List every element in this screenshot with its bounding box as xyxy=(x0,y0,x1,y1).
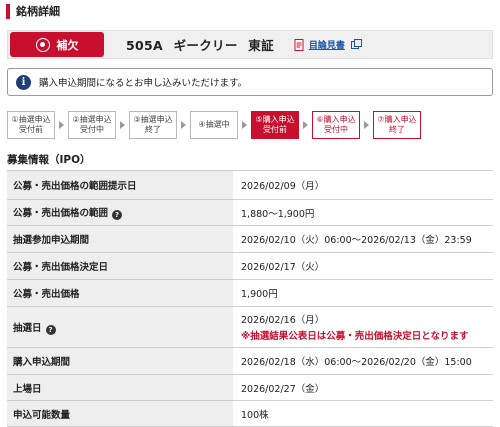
row-label: 公募・売出価格 xyxy=(7,279,233,307)
table-row: 抽選日? 2026/02/16（月） ※抽選結果公表日は公募・売出価格決定日とな… xyxy=(7,306,493,348)
row-value: 1,880～1,900円 xyxy=(233,199,493,226)
table-row: 公募・売出価格決定日 2026/02/17（火） xyxy=(7,252,493,280)
row-value: 100株 xyxy=(233,400,493,427)
row-label-with-help: 公募・売出価格の範囲? xyxy=(7,199,233,226)
ipo-info-table: 公募・売出価格の範囲提示日 2026/02/09（月） 公募・売出価格の範囲? … xyxy=(7,170,493,427)
step-arrow-icon xyxy=(238,111,251,139)
table-row: 購入申込期間 2026/02/18（水）06:00～2026/02/20（金）1… xyxy=(7,347,493,375)
step-arrow-icon xyxy=(360,111,373,139)
row-value: 2026/02/27（金） xyxy=(233,374,493,401)
status-badge-label: 補欠 xyxy=(56,38,79,52)
table-row: 公募・売出価格の範囲提示日 2026/02/09（月） xyxy=(7,170,493,200)
step-1: ①抽選申込 受付前 xyxy=(7,111,55,139)
stock-title: 505A ギークリー 東証 xyxy=(126,35,280,54)
row-label: 抽選日 xyxy=(13,322,42,334)
info-icon: i xyxy=(16,74,31,90)
section-title: 募集情報（IPO） xyxy=(7,154,91,166)
row-value: 2026/02/16（月） xyxy=(241,315,325,326)
notice-text: 購入申込期間になるとお申し込みいただけます。 xyxy=(39,78,248,89)
prospectus-link[interactable]: 目論見書 xyxy=(294,38,362,51)
row-label: 公募・売出価格の範囲 xyxy=(13,208,109,219)
row-value: 1,900円 xyxy=(233,279,493,307)
external-window-icon[interactable] xyxy=(350,38,362,49)
step-7: ⑦購入申込 終了 xyxy=(373,111,421,139)
table-row: 公募・売出価格の範囲? 1,880～1,900円 xyxy=(7,199,493,226)
row-label: 申込可能数量 xyxy=(7,400,233,427)
stock-name: ギークリー xyxy=(173,38,238,53)
step-3: ③抽選申込 終了 xyxy=(129,111,177,139)
row-value: 2026/02/18（水）06:00～2026/02/20（金）15:00 xyxy=(233,347,493,375)
help-icon[interactable]: ? xyxy=(112,210,123,220)
step-5-current: ⑤購入申込 受付前 xyxy=(251,111,299,139)
row-label: 上場日 xyxy=(7,374,233,401)
page-title: 銘柄詳細 xyxy=(16,5,60,18)
row-value: 2026/02/10（火）06:00～2026/02/13（金）23:59 xyxy=(233,225,493,253)
row-value: 2026/02/17（火） xyxy=(233,252,493,280)
step-4: ④抽選中 xyxy=(190,111,238,139)
table-row: 公募・売出価格 1,900円 xyxy=(7,279,493,307)
step-arrow-icon xyxy=(116,111,129,139)
notice-box: i 購入申込期間になるとお申し込みいただけます。 xyxy=(7,68,493,96)
header-accent-bar xyxy=(6,3,10,19)
row-label: 抽選参加申込期間 xyxy=(7,225,233,253)
step-6: ⑥購入申込 受付中 xyxy=(312,111,360,139)
pdf-icon xyxy=(294,38,304,51)
step-arrow-icon xyxy=(299,111,312,139)
row-label: 公募・売出価格の範囲提示日 xyxy=(7,170,233,200)
page-header: 銘柄詳細 xyxy=(0,0,500,22)
stock-summary: 補欠 505A ギークリー 東証 目論見書 xyxy=(7,30,493,59)
row-value: 2026/02/09（月） xyxy=(233,170,493,200)
row-label: 公募・売出価格決定日 xyxy=(7,252,233,280)
table-row: 上場日 2026/02/27（金） xyxy=(7,374,493,401)
step-arrow-icon xyxy=(177,111,190,139)
table-row: 抽選参加申込期間 2026/02/10（火）06:00～2026/02/13（金… xyxy=(7,225,493,253)
progress-steps: ①抽選申込 受付前 ②抽選申込 受付中 ③抽選申込 終了 ④抽選中 ⑤購入申込 … xyxy=(7,110,427,140)
step-arrow-icon xyxy=(55,111,68,139)
row-label: 購入申込期間 xyxy=(7,347,233,375)
table-row: 申込可能数量 100株 xyxy=(7,400,493,427)
prospectus-link-label[interactable]: 目論見書 xyxy=(309,38,345,51)
help-icon[interactable]: ? xyxy=(45,324,56,335)
lottery-note: ※抽選結果公表日は公募・売出価格決定日となります xyxy=(241,331,469,342)
step-2: ②抽選申込 受付中 xyxy=(68,111,116,139)
row-label-with-help: 抽選日? xyxy=(7,306,233,348)
row-value-with-note: 2026/02/16（月） ※抽選結果公表日は公募・売出価格決定日となります xyxy=(233,306,493,348)
status-badge: 補欠 xyxy=(10,32,104,57)
stock-code: 505A xyxy=(126,38,163,53)
stock-market: 東証 xyxy=(248,38,274,53)
medal-icon xyxy=(35,37,50,52)
